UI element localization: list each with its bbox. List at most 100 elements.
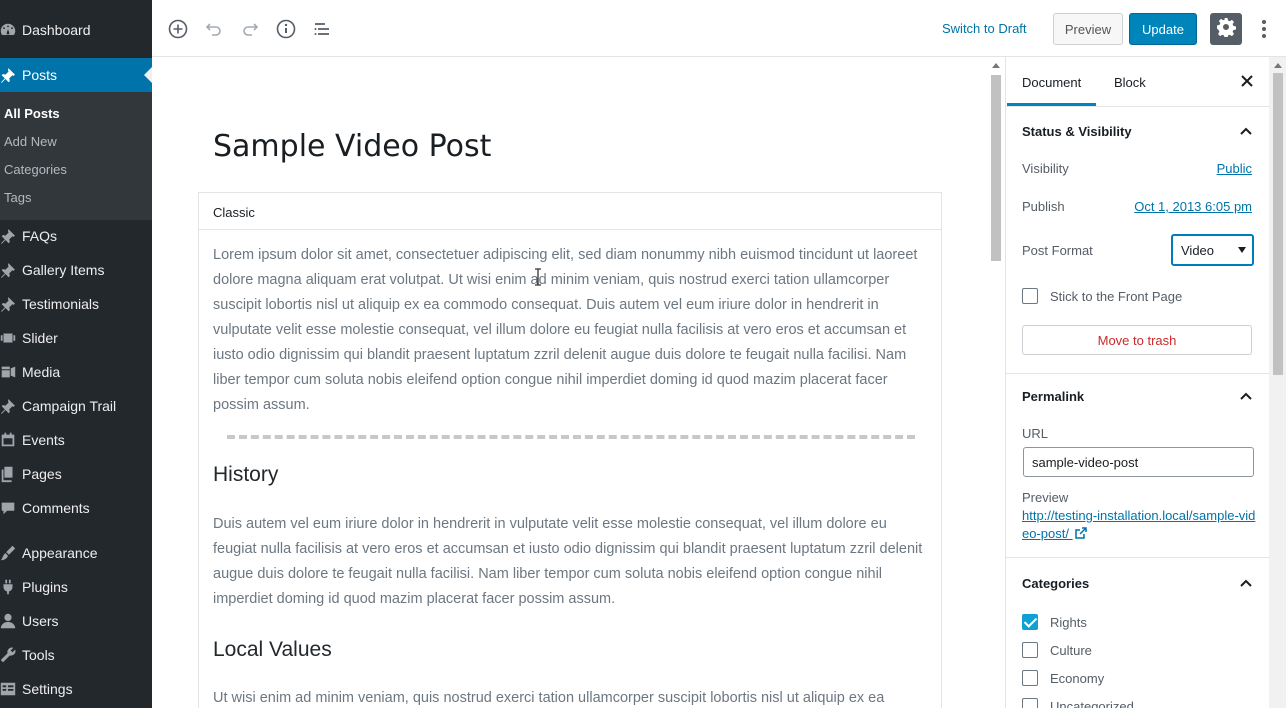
add-block-icon[interactable] — [167, 18, 189, 40]
sidebar-item-label: Media — [22, 364, 61, 380]
chevron-up-icon[interactable] — [1239, 124, 1253, 138]
classic-block-toolbar: Classic — [199, 193, 941, 230]
pin-icon — [0, 295, 22, 313]
sidebar-item-dashboard[interactable]: Dashboard — [0, 13, 152, 47]
visibility-label: Visibility — [1022, 161, 1069, 176]
divider — [1006, 557, 1269, 558]
more-menu-button[interactable] — [1254, 16, 1274, 42]
sidebar-item-label: Plugins — [22, 579, 68, 595]
sidebar-item-label: Users — [22, 613, 59, 629]
sidebar-item-settings[interactable]: Settings — [0, 672, 152, 706]
paragraph[interactable]: Ut wisi enim ad minim veniam, quis nostr… — [213, 686, 925, 708]
submenu-all-posts[interactable]: All Posts — [4, 106, 60, 121]
pin-icon — [0, 261, 22, 279]
brush-icon — [0, 544, 22, 562]
sidebar-item-users[interactable]: Users — [0, 604, 152, 638]
publish-date-link[interactable]: Oct 1, 2013 6:05 pm — [1134, 199, 1252, 214]
sidebar-item-label: Posts — [22, 67, 58, 83]
media-icon — [0, 363, 22, 381]
submenu-add-new[interactable]: Add New — [4, 134, 57, 149]
tab-document[interactable]: Document — [1006, 75, 1097, 106]
post-format-select[interactable]: Video — [1171, 234, 1254, 266]
chevron-up-icon[interactable] — [1239, 389, 1253, 403]
external-link-icon — [1074, 526, 1087, 544]
category-checkbox-culture[interactable] — [1022, 642, 1038, 658]
scrollbar-thumb[interactable] — [991, 75, 1001, 261]
scroll-up-arrow-icon[interactable] — [992, 63, 1000, 68]
heading-local-values[interactable]: Local Values — [213, 638, 332, 662]
switch-to-draft-button[interactable]: Switch to Draft — [942, 21, 1027, 36]
scrollbar-thumb[interactable] — [1273, 73, 1283, 375]
sidebar-item-gallery-items[interactable]: Gallery Items — [0, 253, 152, 287]
wrench-icon — [0, 646, 22, 664]
post-format-label: Post Format — [1022, 243, 1093, 258]
sidebar-item-label: Gallery Items — [22, 262, 105, 278]
info-icon[interactable] — [275, 18, 297, 40]
user-icon — [0, 612, 22, 630]
gear-icon — [1216, 17, 1236, 42]
admin-sidebar: Dashboard Posts All Posts Add New Catego… — [0, 0, 152, 708]
sidebar-item-label: Pages — [22, 466, 62, 482]
sidebar-item-comments[interactable]: Comments — [0, 491, 152, 525]
sidebar-item-label: Testimonials — [22, 296, 100, 312]
sidebar-item-events[interactable]: Events — [0, 423, 152, 457]
settings-toggle-button[interactable] — [1210, 13, 1242, 45]
preview-url-text[interactable]: http://testing-installation.local/sample… — [1022, 508, 1255, 541]
sticky-checkbox[interactable] — [1022, 288, 1038, 304]
redo-icon[interactable] — [239, 18, 261, 40]
category-checkbox-economy[interactable] — [1022, 670, 1038, 686]
read-more-separator — [227, 435, 915, 439]
settings-sidebar: Document Block Status & Visibility Visib… — [1005, 57, 1286, 708]
sidebar-item-label: Appearance — [22, 545, 98, 561]
chevron-down-icon — [1238, 247, 1246, 253]
sidebar-item-testimonials[interactable]: Testimonials — [0, 287, 152, 321]
sidebar-item-media[interactable]: Media — [0, 355, 152, 389]
close-icon[interactable] — [1239, 73, 1255, 89]
permalink-title[interactable]: Permalink — [1022, 389, 1084, 404]
slides-icon — [0, 329, 22, 347]
url-slug-input[interactable]: sample-video-post — [1023, 447, 1254, 477]
tab-block[interactable]: Block — [1114, 75, 1146, 90]
move-to-trash-button[interactable]: Move to trash — [1022, 325, 1252, 355]
sidebar-scrollbar[interactable] — [1269, 57, 1286, 708]
preview-url-link[interactable]: http://testing-installation.local/sample… — [1022, 507, 1257, 544]
post-title[interactable]: Sample Video Post — [213, 129, 491, 164]
status-visibility-title[interactable]: Status & Visibility — [1022, 124, 1132, 139]
sidebar-item-plugins[interactable]: Plugins — [0, 570, 152, 604]
calendar-icon — [0, 431, 22, 449]
category-checkbox-rights[interactable] — [1022, 614, 1038, 630]
category-checkbox-uncategorized[interactable] — [1022, 698, 1038, 708]
classic-block[interactable]: Classic Lorem ipsum dolor sit amet, cons… — [198, 192, 942, 708]
heading-history[interactable]: History — [213, 463, 278, 487]
dashboard-icon — [0, 21, 22, 39]
posts-submenu: All Posts Add New Categories Tags — [0, 92, 152, 220]
sidebar-item-faqs[interactable]: FAQs — [0, 219, 152, 253]
outline-icon[interactable] — [311, 18, 333, 40]
preview-button[interactable]: Preview — [1053, 13, 1123, 45]
plug-icon — [0, 578, 22, 596]
editor-scrollbar[interactable] — [989, 61, 1001, 701]
undo-icon[interactable] — [203, 18, 225, 40]
category-label: Uncategorized — [1050, 699, 1134, 708]
sidebar-item-posts[interactable]: Posts — [0, 58, 152, 92]
sidebar-item-appearance[interactable]: Appearance — [0, 536, 152, 570]
sidebar-item-pages[interactable]: Pages — [0, 457, 152, 491]
sidebar-item-slider[interactable]: Slider — [0, 321, 152, 355]
submenu-categories[interactable]: Categories — [4, 162, 67, 177]
submenu-tags[interactable]: Tags — [4, 190, 31, 205]
sidebar-item-label: Comments — [22, 500, 90, 516]
paragraph[interactable]: Lorem ipsum dolor sit amet, consectetuer… — [213, 243, 925, 418]
category-label: Culture — [1050, 643, 1092, 658]
category-label: Rights — [1050, 615, 1087, 630]
paragraph[interactable]: Duis autem vel eum iriure dolor in hendr… — [213, 512, 925, 612]
sidebar-item-tools[interactable]: Tools — [0, 638, 152, 672]
update-button[interactable]: Update — [1129, 13, 1197, 45]
categories-title[interactable]: Categories — [1022, 576, 1089, 591]
chevron-up-icon[interactable] — [1239, 576, 1253, 590]
scroll-up-arrow-icon[interactable] — [1274, 63, 1282, 68]
sidebar-item-campaign-trail[interactable]: Campaign Trail — [0, 389, 152, 423]
sidebar-item-label: Tools — [22, 647, 55, 663]
sidebar-item-label: Events — [22, 432, 65, 448]
visibility-link[interactable]: Public — [1217, 161, 1252, 176]
category-label: Economy — [1050, 671, 1105, 686]
